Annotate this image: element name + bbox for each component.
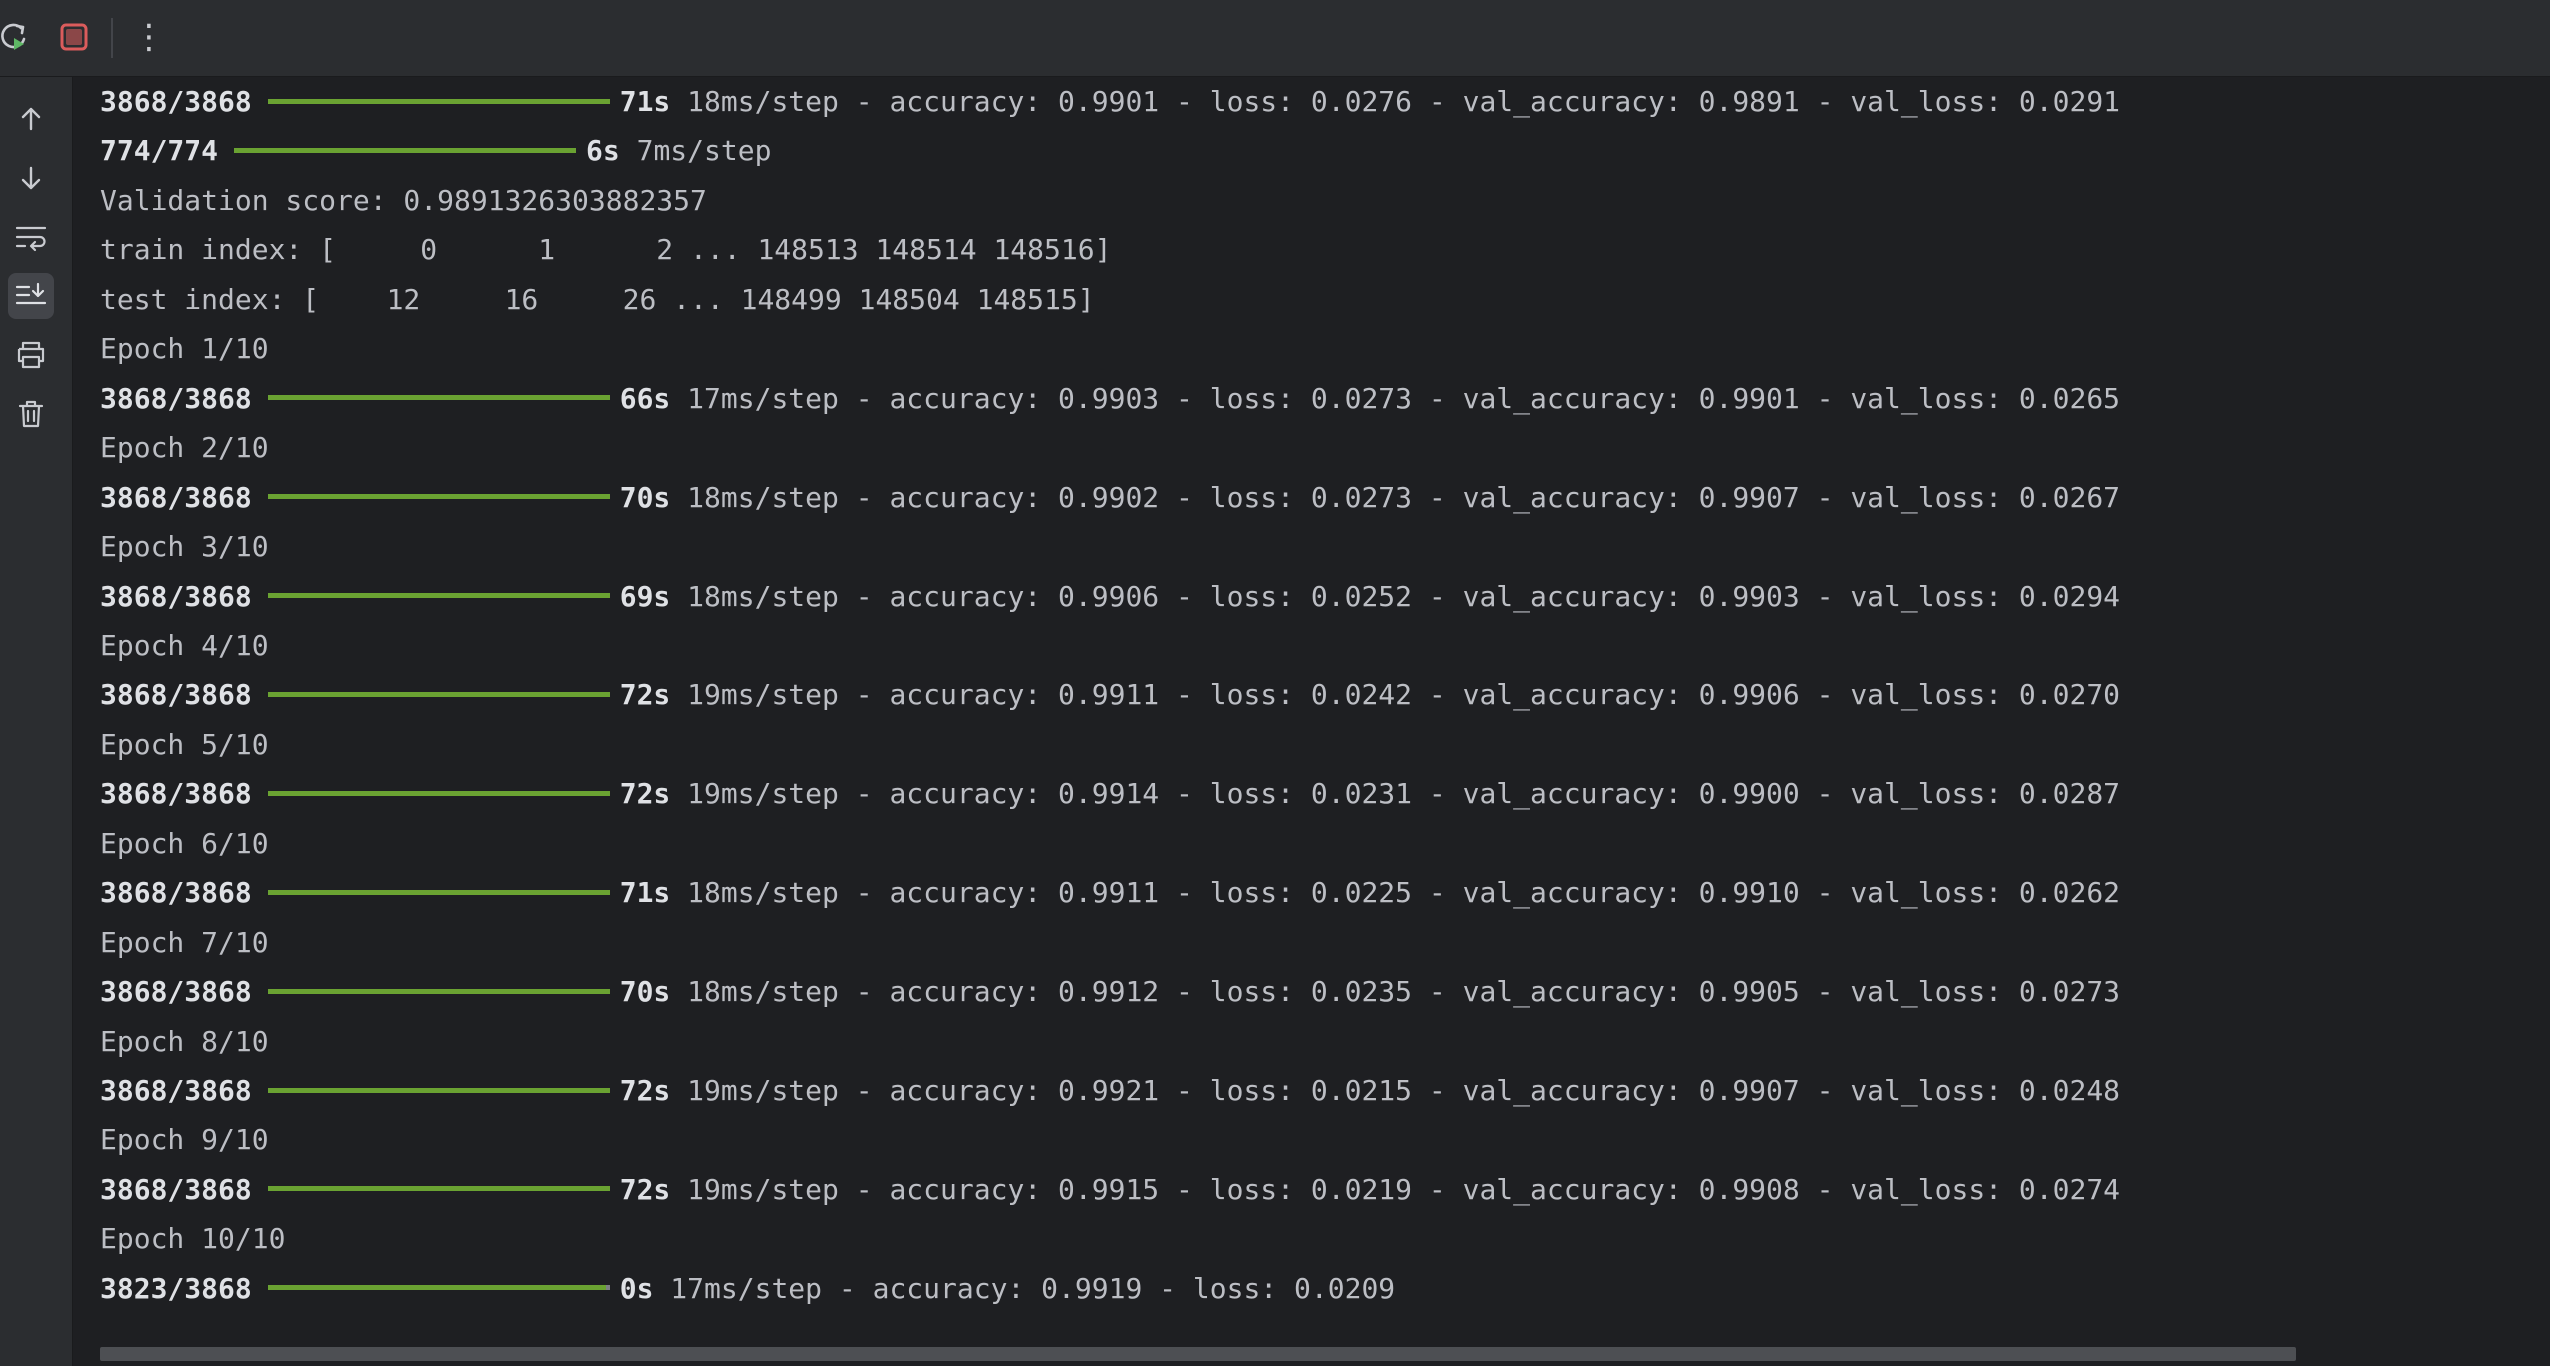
step-time: 70s (619, 975, 671, 1009)
progress-bar (267, 395, 610, 401)
step-metrics: 19ms/step - accuracy: 0.9921 - loss: 0.0… (670, 1074, 2121, 1107)
print-icon[interactable] (8, 332, 54, 378)
step-count: 3868/3868 (100, 480, 252, 514)
progress-bar (267, 593, 610, 598)
arrow-up-icon[interactable] (8, 96, 54, 142)
scroll-to-end-icon[interactable] (8, 273, 54, 319)
progress-bar (267, 988, 610, 994)
step-count: 3868/3868 (100, 975, 252, 1009)
run-toolbar: ⋮ (0, 0, 2550, 77)
soft-wrap-icon[interactable] (8, 214, 54, 260)
progress-line: 3868/3868 72s 19ms/step - accuracy: 0.991… (100, 774, 2120, 814)
progress-line: 3868/3868 71s 18ms/step - accuracy: 0.991… (100, 873, 2120, 913)
step-metrics: 7ms/step (619, 134, 772, 168)
progress-line: 774/774 6s 7ms/step (100, 131, 771, 171)
progress-bar (267, 98, 610, 104)
step-metrics: 18ms/step - accuracy: 0.9906 - loss: 0.0… (670, 579, 2121, 613)
step-time: 70s (619, 480, 671, 514)
step-time: 66s (619, 381, 671, 415)
step-count: 3868/3868 (100, 85, 252, 118)
step-time: 72s (619, 678, 671, 712)
step-count: 3868/3868 (100, 1074, 252, 1107)
console-line: Epoch 3/10 (100, 530, 269, 564)
step-metrics: 18ms/step - accuracy: 0.9911 - loss: 0.0… (670, 876, 2121, 910)
progress-line: 3823/3868 0s 17ms/step - accuracy: 0.9919… (100, 1269, 1395, 1309)
console-line: Epoch 1/10 (100, 332, 269, 366)
console-line: Epoch 6/10 (100, 826, 269, 860)
progress-bar (267, 1186, 610, 1192)
console-output[interactable]: Epoch 10/10 3868/3868 71s 18ms/step - accu… (73, 77, 2550, 1366)
step-metrics: 19ms/step - accuracy: 0.9915 - loss: 0.0… (670, 1172, 2121, 1206)
step-count: 774/774 (100, 134, 219, 168)
step-count: 3868/3868 (100, 579, 252, 613)
progress-line: 3868/3868 70s 18ms/step - accuracy: 0.990… (100, 478, 2120, 518)
progress-line: 3868/3868 72s 19ms/step - accuracy: 0.991… (100, 675, 2120, 715)
rerun-icon[interactable] (0, 14, 38, 60)
console-line: test index: [ 12 16 26 ... 148499 148504… (100, 282, 1095, 316)
console-line: Validation score: 0.9891326303882357 (100, 183, 707, 217)
step-metrics: 18ms/step - accuracy: 0.9901 - loss: 0.0… (670, 85, 2121, 118)
step-metrics: 19ms/step - accuracy: 0.9914 - loss: 0.0… (670, 777, 2121, 811)
progress-bar (267, 889, 610, 895)
console-line: Epoch 10/10 (100, 1222, 286, 1256)
progress-line: 3868/3868 69s 18ms/step - accuracy: 0.990… (100, 577, 2120, 617)
step-count: 3868/3868 (100, 1172, 252, 1206)
step-count: 3868/3868 (100, 876, 252, 910)
progress-line: 3868/3868 66s 17ms/step - accuracy: 0.990… (100, 379, 2120, 419)
toolbar-separator (111, 18, 113, 58)
step-time: 71s (619, 876, 671, 910)
step-count: 3868/3868 (100, 678, 252, 712)
horizontal-scrollbar[interactable] (100, 1347, 2296, 1361)
step-time: 72s (619, 777, 671, 811)
step-time: 71s (619, 85, 671, 118)
step-time: 72s (619, 1172, 671, 1206)
more-vertical-icon[interactable]: ⋮ (126, 14, 172, 60)
progress-line: 3868/3868 72s 19ms/step - accuracy: 0.992… (100, 1071, 2120, 1111)
progress-bar (267, 691, 610, 697)
step-metrics: 19ms/step - accuracy: 0.9911 - loss: 0.0… (670, 678, 2121, 712)
progress-bar (267, 1087, 610, 1093)
step-metrics: 17ms/step - accuracy: 0.9903 - loss: 0.0… (670, 381, 2121, 415)
progress-bar (267, 790, 610, 796)
progress-bar (267, 494, 610, 500)
console-line: train index: [ 0 1 2 ... 148513 148514 1… (100, 233, 1112, 267)
trash-icon[interactable] (8, 391, 54, 437)
step-count: 3868/3868 (100, 777, 252, 811)
step-time: 6s (586, 134, 620, 168)
step-metrics: 17ms/step - accuracy: 0.9919 - loss: 0.0… (653, 1271, 1396, 1305)
step-count: 3823/3868 (100, 1271, 252, 1305)
console-line: Epoch 2/10 (100, 431, 269, 465)
console-line: Epoch 8/10 (100, 1024, 269, 1058)
console-line: Epoch 4/10 (100, 628, 269, 662)
step-count: 3868/3868 (100, 381, 252, 415)
console-line: Epoch 9/10 (100, 1123, 269, 1157)
arrow-down-icon[interactable] (8, 155, 54, 201)
console-sidebar (0, 77, 73, 1366)
step-time: 72s (619, 1074, 671, 1107)
step-metrics: 18ms/step - accuracy: 0.9912 - loss: 0.0… (670, 975, 2121, 1009)
progress-line: 3868/3868 72s 19ms/step - accuracy: 0.991… (100, 1170, 2120, 1210)
progress-line: 3868/3868 70s 18ms/step - accuracy: 0.991… (100, 972, 2120, 1012)
progress-bar-remaining (605, 1285, 610, 1291)
stop-icon[interactable] (51, 14, 97, 60)
progress-bar (267, 1285, 610, 1291)
console-line: Epoch 7/10 (100, 925, 269, 959)
console-line: Epoch 5/10 (100, 727, 269, 761)
step-time: 69s (619, 579, 671, 613)
progress-bar (234, 147, 577, 153)
progress-line: 3868/3868 71s 18ms/step - accuracy: 0.990… (100, 82, 2120, 122)
step-metrics: 18ms/step - accuracy: 0.9902 - loss: 0.0… (670, 480, 2121, 514)
step-time: 0s (619, 1271, 654, 1305)
